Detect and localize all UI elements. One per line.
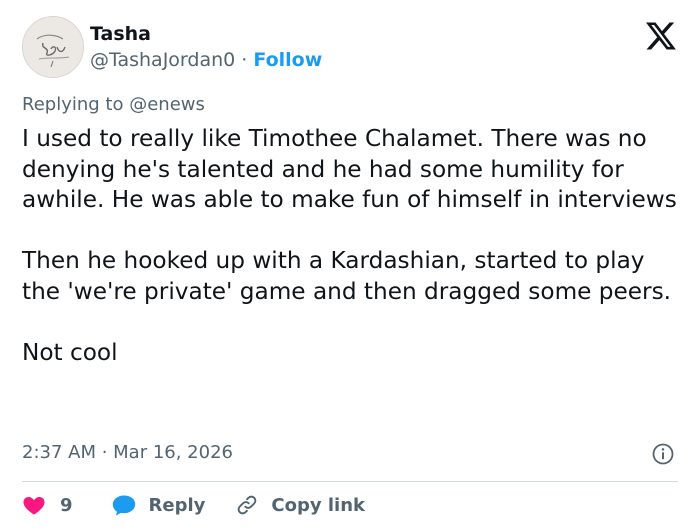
tweet-paragraph: Not cool — [22, 339, 118, 367]
handle-separator: · — [241, 49, 248, 71]
signature-avatar-icon — [23, 17, 83, 77]
copy-link-label: Copy link — [271, 494, 365, 516]
replying-to-prefix: Replying to — [22, 94, 124, 115]
tweet-paragraph: I used to really like Timothee Chalamet.… — [22, 125, 677, 214]
author-name[interactable]: Tasha — [90, 22, 151, 46]
tweet-timestamp[interactable]: 2:37 AM · Mar 16, 2026 — [22, 441, 233, 465]
heart-icon — [23, 497, 45, 515]
follow-button[interactable]: Follow — [253, 49, 322, 71]
link-icon — [238, 495, 257, 515]
replying-to: Replying to @enews — [22, 93, 205, 117]
reply-mention-link[interactable]: @enews — [129, 94, 205, 115]
speech-bubble-icon — [112, 495, 135, 516]
author-handle[interactable]: @TashaJordan0 — [90, 49, 235, 71]
tweet-card: Tasha @TashaJordan0 · Follow Replying to… — [0, 0, 700, 532]
reply-button[interactable]: Reply — [111, 493, 206, 517]
like-button[interactable]: 9 — [22, 493, 73, 517]
avatar[interactable] — [22, 16, 84, 78]
x-logo-icon[interactable] — [646, 22, 676, 50]
tweet-text: I used to really like Timothee Chalamet.… — [22, 124, 682, 369]
divider — [22, 481, 678, 482]
info-icon[interactable] — [651, 442, 675, 466]
copy-link-button[interactable]: Copy link — [235, 493, 365, 517]
tweet-paragraph: Then he hooked up with a Kardashian, sta… — [22, 247, 672, 305]
like-count: 9 — [60, 494, 73, 516]
reply-label: Reply — [148, 494, 206, 516]
action-bar: 9 Reply Copy link — [22, 490, 365, 520]
author-handle-row: @TashaJordan0 · Follow — [90, 48, 322, 72]
